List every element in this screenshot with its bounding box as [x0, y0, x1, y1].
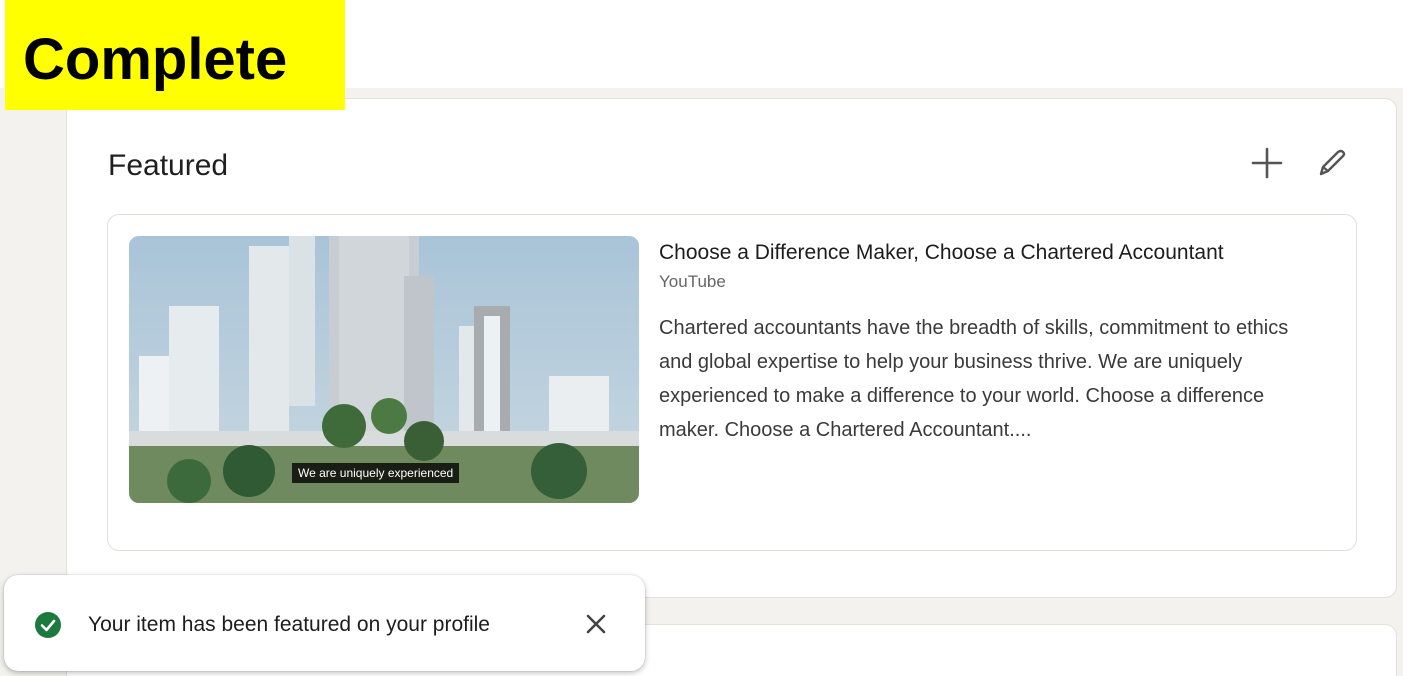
pencil-icon [1319, 149, 1346, 176]
thumbnail-caption: We are uniquely experienced [292, 463, 460, 483]
video-thumbnail[interactable]: We are uniquely experienced [129, 236, 639, 503]
featured-item-card[interactable]: We are uniquely experienced Choose a Dif… [107, 214, 1357, 551]
success-toast: Your item has been featured on your prof… [4, 575, 645, 671]
close-icon [586, 614, 606, 634]
featured-section: Featured We are uniquely experienced Cho… [66, 98, 1397, 598]
item-description: Chartered accountants have the breadth o… [659, 317, 1289, 441]
toast-message: Your item has been featured on your prof… [88, 613, 490, 636]
edit-featured-button[interactable] [1309, 141, 1353, 185]
item-source: YouTube [659, 272, 726, 291]
check-circle-icon [35, 612, 61, 638]
plus-icon [1251, 147, 1283, 179]
section-title: Featured [108, 149, 229, 182]
complete-label: Complete [5, 0, 345, 110]
screen: Complete Featured We are uniquely experi… [0, 0, 1403, 676]
item-title[interactable]: Choose a Difference Maker, Choose a Char… [659, 241, 1224, 265]
add-featured-button[interactable] [1245, 141, 1289, 185]
toast-close-button[interactable] [578, 606, 614, 642]
